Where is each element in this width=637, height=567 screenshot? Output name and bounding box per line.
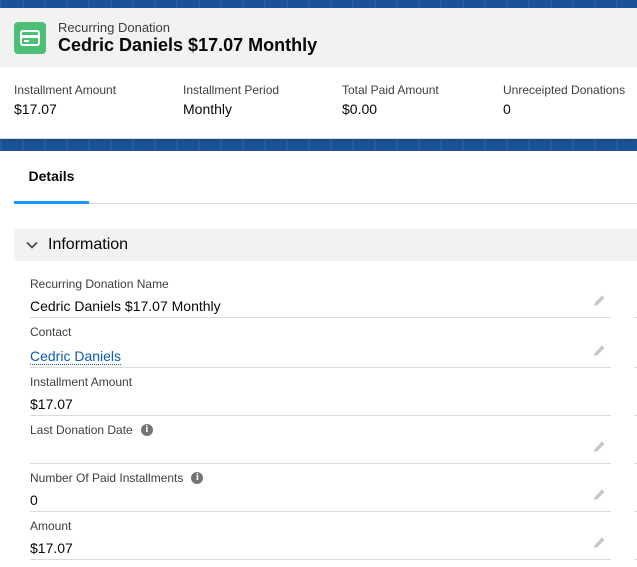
field-last-donation-date: Last Donation Date i xyxy=(30,415,611,464)
record-header: Recurring Donation Cedric Daniels $17.07… xyxy=(0,8,637,67)
field-value: 0 xyxy=(30,492,38,508)
field-label: Installment Amount xyxy=(30,375,133,389)
field-recurring-donation-name: Recurring Donation Name Cedric Daniels $… xyxy=(30,267,611,318)
highlight-label: Installment Period xyxy=(183,83,280,97)
highlight-unreceipted-donations: Unreceipted Donations 0 xyxy=(503,83,625,117)
chevron-down-icon xyxy=(26,239,38,251)
field-value: Cedric Daniels xyxy=(30,348,122,365)
field-value: $17.07 xyxy=(30,540,73,556)
recurring-donation-icon xyxy=(14,22,46,54)
section-title: Information xyxy=(48,236,129,253)
field-label-text: Last Donation Date xyxy=(30,423,133,437)
info-icon[interactable]: i xyxy=(140,424,153,436)
highlights-panel: Recurring Donation Cedric Daniels $17.07… xyxy=(0,8,637,139)
edit-pencil-icon[interactable] xyxy=(591,535,607,551)
edit-pencil-icon[interactable] xyxy=(591,487,607,503)
field-label: Number Of Paid Installments i xyxy=(30,471,204,485)
highlight-label: Installment Amount xyxy=(14,83,117,97)
highlight-value: $17.07 xyxy=(14,101,57,117)
field-contact: Contact Cedric Daniels xyxy=(30,317,611,368)
details-card: Details Information Recurring Donation N… xyxy=(0,151,637,567)
field-label: Recurring Donation Name xyxy=(30,277,169,291)
tab-bar: Details xyxy=(14,151,637,204)
field-amount: Amount $17.07 xyxy=(30,511,611,560)
field-installment-amount: Installment Amount $17.07 xyxy=(30,367,611,416)
highlight-label: Total Paid Amount xyxy=(342,83,439,97)
field-label: Last Donation Date i xyxy=(30,423,153,437)
edit-pencil-icon[interactable] xyxy=(591,343,607,359)
section-header-information[interactable]: Information xyxy=(14,229,637,261)
field-number-of-paid-installments: Number Of Paid Installments i 0 xyxy=(30,463,611,512)
highlight-installment-period: Installment Period Monthly xyxy=(183,83,279,117)
field-value: Cedric Daniels $17.07 Monthly xyxy=(30,298,221,314)
field-value: $17.07 xyxy=(30,396,73,412)
highlight-total-paid-amount: Total Paid Amount $0.00 xyxy=(342,83,439,117)
field-label: Amount xyxy=(30,519,72,533)
record-type-label: Recurring Donation xyxy=(58,20,171,35)
field-label: Contact xyxy=(30,325,72,339)
highlight-value: Monthly xyxy=(183,101,233,117)
edit-pencil-icon[interactable] xyxy=(591,439,607,455)
info-icon[interactable]: i xyxy=(191,472,204,484)
contact-link[interactable]: Cedric Daniels xyxy=(30,348,122,365)
highlight-value: 0 xyxy=(503,101,511,117)
record-title: Cedric Daniels $17.07 Monthly xyxy=(58,35,318,55)
tab-details[interactable]: Details xyxy=(14,151,89,204)
edit-pencil-icon[interactable] xyxy=(591,293,607,309)
highlight-label: Unreceipted Donations xyxy=(503,83,626,97)
field-label-text: Number Of Paid Installments xyxy=(30,471,184,485)
highlight-value: $0.00 xyxy=(342,101,378,117)
highlight-installment-amount: Installment Amount $17.07 xyxy=(14,83,116,117)
